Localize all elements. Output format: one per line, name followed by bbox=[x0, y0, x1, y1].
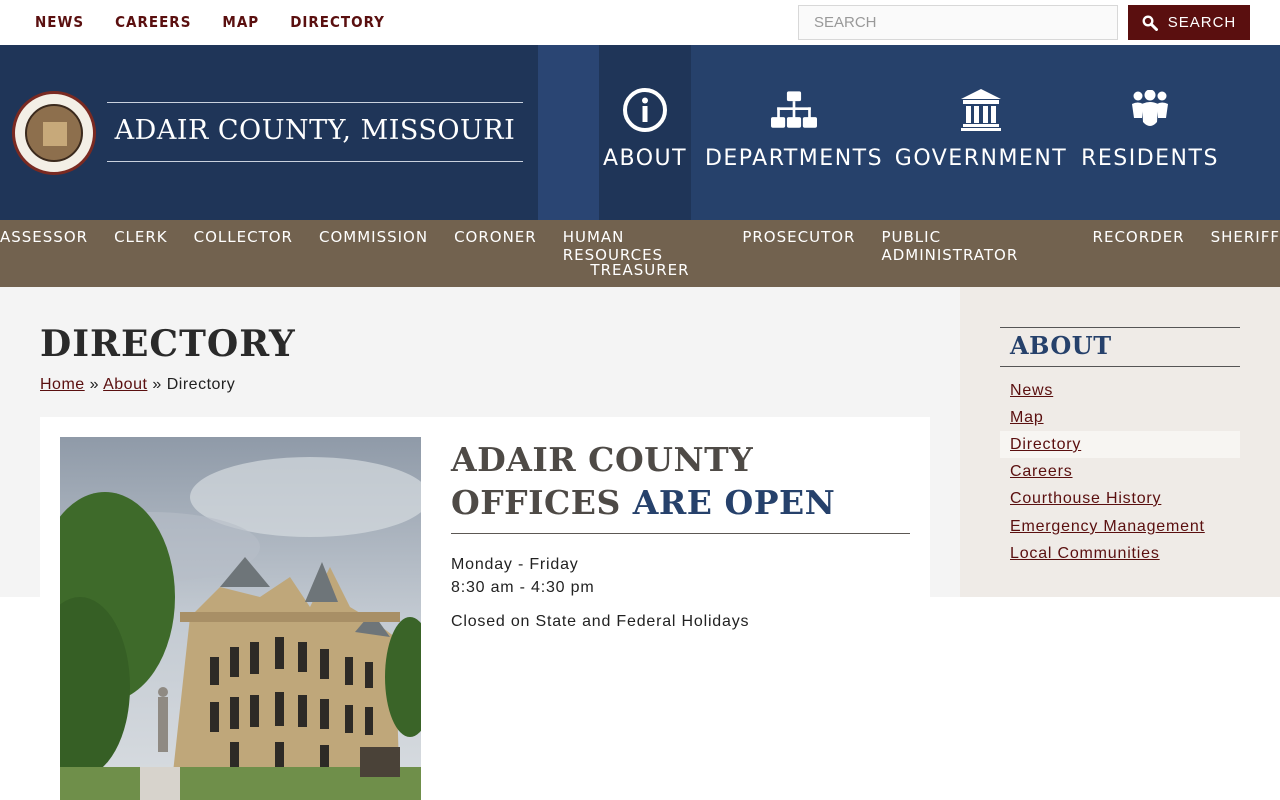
sidebar-item-map: Map bbox=[1000, 404, 1240, 431]
sidebar-link-emergency-management[interactable]: Emergency Management bbox=[1010, 518, 1205, 535]
sidebar-item-courthouse-history: Courthouse History bbox=[1000, 485, 1240, 512]
nav-about[interactable]: ABOUT bbox=[599, 45, 691, 220]
sitemap-icon bbox=[771, 87, 817, 133]
breadcrumb-separator: » bbox=[152, 376, 162, 393]
sidebar-link-map[interactable]: Map bbox=[1010, 409, 1044, 426]
dept-link-collector[interactable]: COLLECTOR bbox=[194, 228, 293, 264]
nav-government-label: GOVERNMENT bbox=[894, 146, 1068, 171]
sidebar-link-careers[interactable]: Careers bbox=[1010, 463, 1073, 480]
dept-link-coroner[interactable]: CORONER bbox=[454, 228, 537, 264]
nav-departments[interactable]: DEPARTMENTS bbox=[704, 45, 884, 220]
nav-government[interactable]: GOVERNMENT bbox=[894, 45, 1068, 220]
dept-link-assessor[interactable]: ASSESSOR bbox=[0, 228, 88, 264]
dept-link-public-administrator[interactable]: PUBLIC ADMINISTRATOR bbox=[881, 228, 1066, 264]
nav-about-label: ABOUT bbox=[602, 146, 688, 171]
page-title: DIRECTORY bbox=[40, 323, 296, 365]
dept-link-human-resources[interactable]: HUMAN RESOURCES bbox=[563, 228, 717, 264]
site-title: ADAIR COUNTY, MISSOURI bbox=[114, 115, 516, 146]
top-links: NEWS CAREERS MAP DIRECTORY bbox=[35, 13, 385, 31]
notice-divider bbox=[451, 533, 910, 534]
dept-link-clerk[interactable]: CLERK bbox=[114, 228, 168, 264]
county-seal-logo bbox=[12, 91, 96, 175]
dept-link-treasurer[interactable]: TREASURER bbox=[590, 261, 689, 279]
breadcrumb-current: Directory bbox=[166, 376, 236, 393]
sidebar-item-emergency-management: Emergency Management bbox=[1000, 513, 1240, 540]
top-link-careers[interactable]: CAREERS bbox=[115, 13, 191, 31]
sidebar-title: ABOUT bbox=[1010, 331, 1112, 360]
sidebar-item-directory: Directory bbox=[1000, 431, 1240, 458]
brand-divider bbox=[107, 102, 523, 103]
people-icon bbox=[1127, 87, 1173, 133]
breadcrumb-about[interactable]: About bbox=[103, 376, 147, 393]
office-hours: 8:30 am - 4:30 pm bbox=[451, 579, 595, 596]
sidebar-link-local-communities[interactable]: Local Communities bbox=[1010, 545, 1160, 562]
sidebar-divider bbox=[1000, 366, 1240, 367]
notice-title-part2: ARE OPEN bbox=[632, 483, 836, 522]
site-header: ADAIR COUNTY, MISSOURI ABOUT DEPARTMENTS… bbox=[0, 45, 1280, 220]
breadcrumb-home[interactable]: Home bbox=[40, 376, 85, 393]
sidebar-item-news: News bbox=[1000, 377, 1240, 404]
breadcrumb-separator: » bbox=[89, 376, 100, 393]
nav-residents-label: RESIDENTS bbox=[1081, 146, 1219, 171]
brand-block[interactable]: ADAIR COUNTY, MISSOURI bbox=[0, 45, 538, 220]
sidebar-item-local-communities: Local Communities bbox=[1000, 540, 1240, 567]
sidebar-link-news[interactable]: News bbox=[1010, 382, 1053, 399]
sidebar-link-directory[interactable]: Directory bbox=[1010, 436, 1081, 453]
info-circle-icon bbox=[622, 87, 668, 133]
top-link-directory[interactable]: DIRECTORY bbox=[290, 13, 385, 31]
top-link-news[interactable]: NEWS bbox=[35, 13, 84, 31]
top-utility-bar: NEWS CAREERS MAP DIRECTORY SEARCH SEARCH bbox=[0, 0, 1280, 45]
sidebar-link-courthouse-history[interactable]: Courthouse History bbox=[1010, 490, 1161, 507]
breadcrumb: Home » About » Directory bbox=[40, 376, 235, 394]
sidebar-divider bbox=[1000, 327, 1240, 328]
notice-title: ADAIR COUNTY OFFICES ARE OPEN bbox=[451, 438, 910, 524]
brand-divider bbox=[107, 161, 523, 162]
dept-link-prosecutor[interactable]: PROSECUTOR bbox=[742, 228, 855, 264]
nav-residents[interactable]: RESIDENTS bbox=[1080, 45, 1220, 220]
top-link-map[interactable]: MAP bbox=[222, 13, 259, 31]
nav-departments-label: DEPARTMENTS bbox=[704, 146, 884, 171]
search-input[interactable]: SEARCH bbox=[798, 5, 1118, 40]
search-button-label: SEARCH bbox=[1167, 14, 1237, 31]
dept-link-recorder[interactable]: RECORDER bbox=[1093, 228, 1185, 264]
sidebar-item-careers: Careers bbox=[1000, 458, 1240, 485]
dept-link-sheriff[interactable]: SHERIFF bbox=[1211, 228, 1280, 264]
search-button[interactable]: SEARCH bbox=[1128, 5, 1250, 40]
courthouse-photo bbox=[60, 437, 421, 800]
landmark-icon bbox=[958, 87, 1004, 133]
office-days: Monday - Friday bbox=[451, 556, 579, 573]
holiday-note: Closed on State and Federal Holidays bbox=[451, 613, 750, 630]
department-nav: ASSESSOR CLERK COLLECTOR COMMISSION CORO… bbox=[0, 220, 1280, 287]
dept-link-commission[interactable]: COMMISSION bbox=[319, 228, 428, 264]
search-icon bbox=[1142, 14, 1158, 31]
